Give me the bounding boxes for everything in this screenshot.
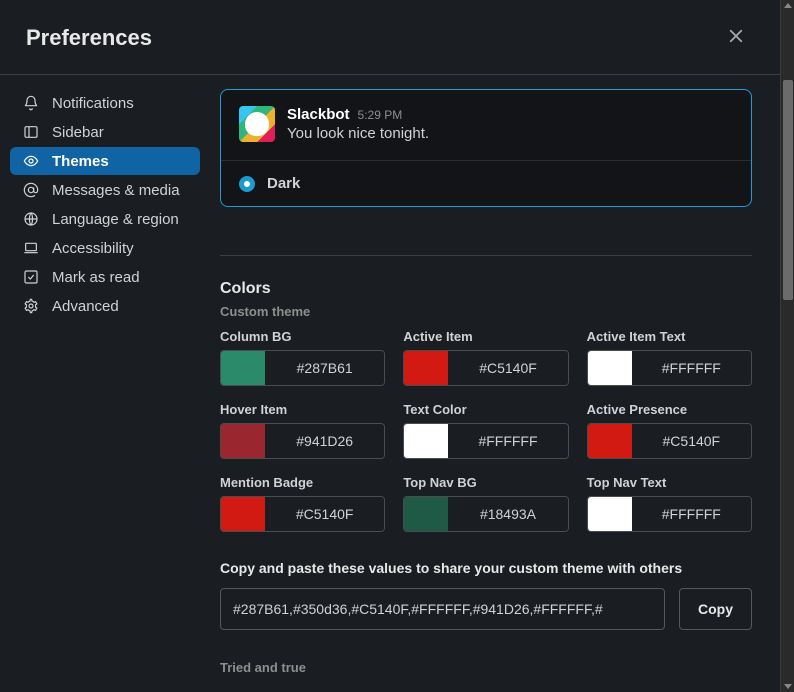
preview-timestamp: 5:29 PM [358,108,403,122]
color-swatch: Mention Badge #C5140F [220,475,385,532]
sidebar-item-label: Sidebar [52,124,104,141]
swatch-hex[interactable]: #18493A [448,497,567,531]
modal-header: Preferences [0,0,780,75]
color-swatch-grid: Column BG#287B61Active Item#C5140FActive… [220,329,752,532]
scrollbar-thumb[interactable] [783,80,793,300]
copy-button[interactable]: Copy [679,588,752,630]
sidebar-item-label: Mark as read [52,269,140,286]
sidebar-item-messages[interactable]: Messages & media [10,176,200,204]
sidebar-item-themes[interactable]: Themes [10,147,200,175]
swatch-hex[interactable]: #C5140F [632,424,751,458]
color-swatch: Top Nav Text #FFFFFF [587,475,752,532]
custom-theme-label: Custom theme [220,304,752,319]
sidebar-item-label: Advanced [52,298,119,315]
swatch-hex[interactable]: #FFFFFF [632,497,751,531]
swatch-hex[interactable]: #C5140F [265,497,384,531]
swatch-input[interactable]: #FFFFFF [587,350,752,386]
swatch-hex[interactable]: #FFFFFF [632,351,751,385]
globe-icon [22,210,40,228]
close-icon [727,27,745,50]
preferences-sidebar: Notifications Sidebar Themes Messages & … [0,75,210,692]
swatch-input[interactable]: #941D26 [220,423,385,459]
bell-icon [22,94,40,112]
share-theme-label: Copy and paste these values to share you… [220,560,752,576]
swatch-label: Text Color [403,402,568,417]
sidebar-item-label: Messages & media [52,182,180,199]
swatch-hex[interactable]: #941D26 [265,424,384,458]
swatch-hex[interactable]: #FFFFFF [448,424,567,458]
sidebar-item-label: Language & region [52,211,179,228]
swatch-hex[interactable]: #287B61 [265,351,384,385]
colors-section-title: Colors [220,255,752,298]
check-square-icon [22,268,40,286]
color-swatch: Column BG #287B61 [220,329,385,386]
preferences-modal: Preferences Notifications Sidebar Themes [0,0,780,692]
theme-preview-message: Slackbot 5:29 PM You look nice tonight. [221,90,751,161]
swatch-chip[interactable] [404,351,448,385]
swatch-input[interactable]: #FFFFFF [403,423,568,459]
tried-and-true-label: Tried and true [220,660,752,675]
swatch-chip[interactable] [588,424,632,458]
swatch-label: Column BG [220,329,385,344]
window-scrollbar[interactable] [780,0,794,692]
swatch-label: Active Item [403,329,568,344]
color-swatch: Hover Item #941D26 [220,402,385,459]
preferences-content[interactable]: Slackbot 5:29 PM You look nice tonight. … [210,75,780,692]
radio-selected-icon[interactable] [239,176,255,192]
swatch-label: Active Item Text [587,329,752,344]
slackbot-avatar [239,106,275,142]
sidebar-item-advanced[interactable]: Advanced [10,292,200,320]
sidebar-item-label: Notifications [52,95,134,112]
swatch-input[interactable]: #C5140F [587,423,752,459]
sidebar-item-mark-as-read[interactable]: Mark as read [10,263,200,291]
swatch-chip[interactable] [404,424,448,458]
swatch-chip[interactable] [404,497,448,531]
color-swatch: Active Item Text #FFFFFF [587,329,752,386]
modal-title: Preferences [26,25,152,51]
swatch-input[interactable]: #FFFFFF [587,496,752,532]
swatch-label: Mention Badge [220,475,385,490]
eye-icon [22,152,40,170]
modal-body: Notifications Sidebar Themes Messages & … [0,75,780,692]
swatch-chip[interactable] [588,497,632,531]
swatch-input[interactable]: #18493A [403,496,568,532]
theme-option-label: Dark [267,175,300,192]
sidebar-item-language[interactable]: Language & region [10,205,200,233]
color-swatch: Text Color #FFFFFF [403,402,568,459]
sidebar-item-notifications[interactable]: Notifications [10,89,200,117]
gear-icon [22,297,40,315]
color-swatch: Active Presence #C5140F [587,402,752,459]
swatch-input[interactable]: #C5140F [403,350,568,386]
swatch-chip[interactable] [588,351,632,385]
sidebar-item-accessibility[interactable]: Accessibility [10,234,200,262]
color-swatch: Active Item #C5140F [403,329,568,386]
swatch-chip[interactable] [221,497,265,531]
preview-username: Slackbot [287,106,350,123]
swatch-label: Top Nav BG [403,475,568,490]
swatch-label: Hover Item [220,402,385,417]
laptop-icon [22,239,40,257]
swatch-input[interactable]: #287B61 [220,350,385,386]
theme-option-row[interactable]: Dark [221,161,751,206]
sidebar-item-sidebar[interactable]: Sidebar [10,118,200,146]
share-theme-input[interactable]: #287B61,#350d36,#C5140F,#FFFFFF,#941D26,… [220,588,665,630]
sidebar-icon [22,123,40,141]
sidebar-item-label: Accessibility [52,240,134,257]
swatch-chip[interactable] [221,351,265,385]
swatch-label: Active Presence [587,402,752,417]
close-button[interactable] [718,20,754,56]
mention-icon [22,181,40,199]
color-swatch: Top Nav BG #18493A [403,475,568,532]
sidebar-item-label: Themes [52,153,109,170]
theme-preview-card[interactable]: Slackbot 5:29 PM You look nice tonight. … [220,89,752,207]
swatch-label: Top Nav Text [587,475,752,490]
swatch-input[interactable]: #C5140F [220,496,385,532]
swatch-hex[interactable]: #C5140F [448,351,567,385]
swatch-chip[interactable] [221,424,265,458]
preview-message-text: You look nice tonight. [287,125,429,142]
